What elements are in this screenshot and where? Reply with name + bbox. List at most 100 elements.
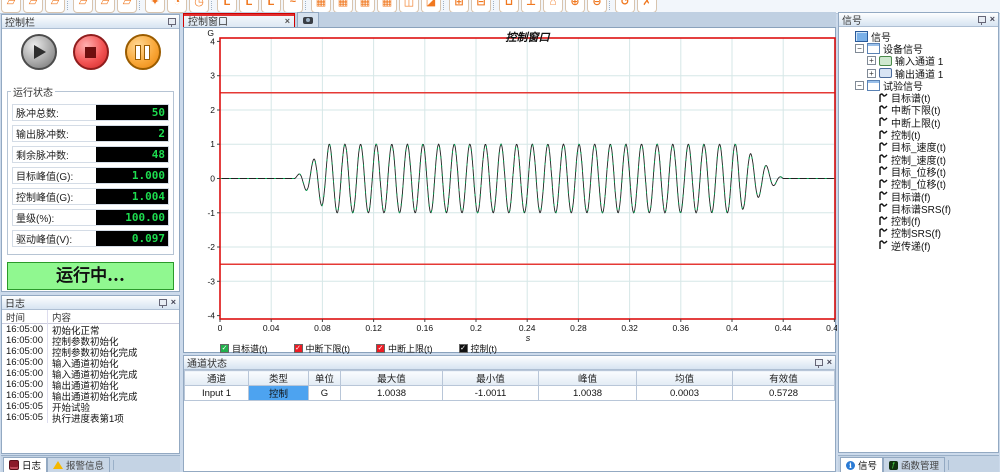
signal-icon [879,93,888,103]
zoom-in-icon: ⊕ [570,0,579,12]
legend-checkbox-icon[interactable]: ✓ [459,344,468,353]
collapse-icon[interactable]: − [855,81,864,90]
signal-icon [879,105,888,115]
pin-icon[interactable] [159,299,167,306]
collapse-icon[interactable]: − [855,44,864,53]
waveform-chart[interactable]: 00.040.080.120.160.20.240.280.320.360.40… [184,28,837,344]
svg-text:s: s [526,333,531,343]
no-expander [867,228,876,237]
legend-item[interactable]: ✓中断下限(t) [294,342,351,355]
column-header[interactable]: 最大值 [341,371,443,386]
chart-panel: 00.040.080.120.160.20.240.280.320.360.40… [183,27,836,353]
close-icon[interactable]: × [171,298,176,307]
chart-2-icon: ◪ [426,0,436,12]
status-label: 输出脉冲数: [13,126,96,141]
status-label: 脉冲总数: [13,105,96,120]
log-panel-titlebar: 日志 × [2,296,179,310]
toolbar-button-new[interactable]: ▱ [1,0,21,13]
column-header[interactable]: 单位 [309,371,341,386]
layout-a-icon: ⊞ [454,0,463,12]
no-expander [867,167,876,176]
toolbar-button-save[interactable]: ▱ [45,0,65,13]
log-row: 16:05:00输出通道初始化完成 [2,390,179,401]
toolbar-separator [443,0,447,10]
table-row[interactable]: Input 1控制G1.0038-1.00111.00380.00030.572… [185,386,835,401]
column-header[interactable]: 类型 [249,371,309,386]
toolbar-button-print[interactable]: ▱ [117,0,137,13]
toolbar-button-paste[interactable]: ▱ [95,0,115,13]
tab-1[interactable]: i信号 [840,457,883,472]
svg-text:0.2: 0.2 [470,323,482,333]
log-panel-title: 日志 [5,295,159,310]
outchan-icon [879,68,892,78]
legend-item[interactable]: ✓目标谱(t) [220,342,268,355]
log-content: 执行进度表第1项 [48,411,124,425]
stop-icon [85,47,96,58]
pin-icon[interactable] [168,18,176,25]
tab-control-window[interactable]: 控制窗口 × [183,13,295,27]
right-tab-bar: i信号ƒ函数管理 [838,455,999,472]
pin-icon[interactable] [815,359,823,366]
log-col-content: 内容 [48,310,71,324]
column-header[interactable]: 最小值 [443,371,539,386]
tab-1[interactable]: 日志 [3,457,47,472]
left-tab-bar: 日志报警信息 [1,455,180,472]
legend-checkbox-icon[interactable]: ✓ [294,344,303,353]
play-button[interactable] [21,34,57,70]
channel-cell: G [309,386,341,401]
log-time: 16:05:00 [2,335,48,346]
close-icon[interactable]: × [827,358,832,367]
status-value-display: 1.000 [96,168,168,183]
status-row: 目标峰值(G):1.000 [12,167,169,184]
legend-item[interactable]: ✓中断上限(t) [376,342,433,355]
svg-text:0.44: 0.44 [775,323,792,333]
column-header[interactable]: 峰值 [539,371,637,386]
tab-snapshot[interactable] [297,12,319,27]
legend-checkbox-icon[interactable]: ✓ [376,344,385,353]
window-icon [867,80,880,91]
tab-2[interactable]: 报警信息 [47,457,110,472]
svg-text:-4: -4 [207,311,215,321]
column-header[interactable]: 均值 [637,371,733,386]
signal-icon [879,203,888,213]
tab-close-icon[interactable]: × [285,16,290,26]
signal-icon [879,142,888,152]
column-header[interactable]: 有效值 [733,371,835,386]
pie-icon: ◔ [174,0,181,12]
pin-icon[interactable] [978,16,986,23]
no-expander [867,241,876,250]
no-expander [867,179,876,188]
status-label: 控制峰值(G): [13,189,96,204]
expand-icon[interactable]: + [867,56,876,65]
clock-icon: ◷ [194,0,204,12]
toolbar-button-star[interactable]: ✦ [145,0,165,13]
tree-item[interactable]: 逆传递(f) [841,239,998,251]
toolbar-button-copy[interactable]: ▱ [73,0,93,13]
channel-cell: 1.0038 [539,386,637,401]
pause-button[interactable] [125,34,161,70]
document-tab-bar: 控制窗口 × [183,12,836,27]
status-row: 控制峰值(G):1.004 [12,188,169,205]
svg-text:0.4: 0.4 [726,323,738,333]
print-icon: ▱ [123,0,131,12]
log-time: 16:05:05 [2,412,48,423]
legend-label: 目标谱(t) [232,342,268,355]
column-header[interactable]: 通道 [185,371,249,386]
log-row: 16:05:05执行进度表第1项 [2,412,179,423]
close-icon[interactable]: × [990,15,995,24]
legend-item[interactable]: ✓控制(t) [459,342,498,355]
signal-panel-titlebar: 信号 × [839,13,998,27]
no-expander [867,105,876,114]
signal-icon [879,191,888,201]
svg-text:0.36: 0.36 [673,323,690,333]
legend-checkbox-icon[interactable]: ✓ [220,344,229,353]
tab-2[interactable]: ƒ函数管理 [883,457,945,472]
toolbar-button-open[interactable]: ▱ [23,0,43,13]
status-row: 量级(%):100.00 [12,209,169,226]
channel-cell: Input 1 [185,386,249,401]
control-panel-titlebar: 控制栏 [2,15,179,29]
signal-l3-icon: L [268,0,275,12]
stop-button[interactable] [73,34,109,70]
control-panel: 控制栏 运行状态 脉冲总数:50输出脉冲数:2剩余脉冲数:48目标峰值(G):1… [1,14,180,292]
expand-icon[interactable]: + [867,69,876,78]
